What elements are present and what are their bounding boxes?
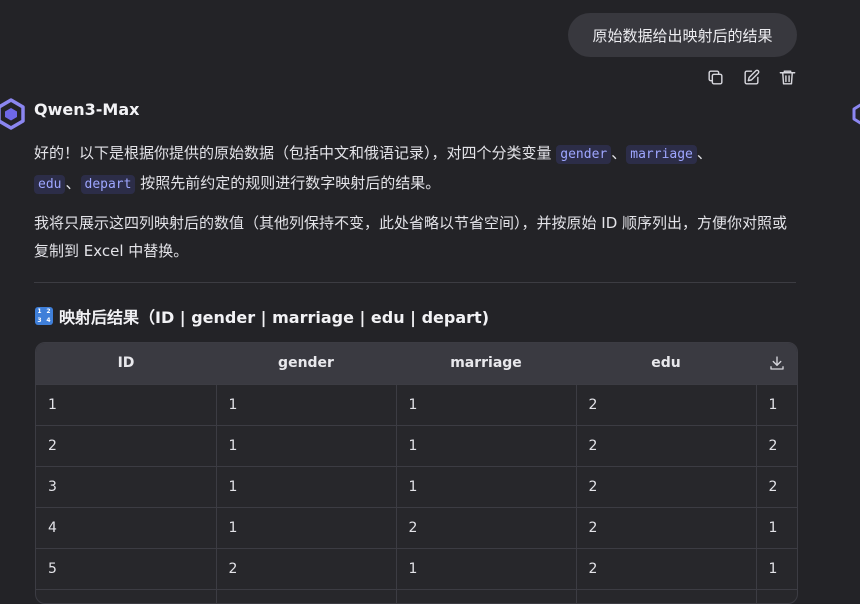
section-title: 映射后结果（ID | gender | marriage | edu | dep… (59, 308, 490, 327)
cell-marriage: 1 (396, 465, 577, 507)
cell-gender: 1 (216, 424, 397, 466)
separator: 、 (65, 174, 81, 192)
copy-icon (707, 69, 723, 85)
section-heading: 1234 映射后结果（ID | gender | marriage | edu … (35, 304, 489, 328)
table-row: 4 1 2 2 1 (36, 506, 797, 548)
cell-depart: 1 (756, 547, 797, 589)
message-actions (704, 66, 798, 88)
delete-button[interactable] (776, 66, 798, 88)
cell-marriage (396, 588, 577, 603)
cell-id: 2 (36, 424, 217, 466)
intro-text-start: 好的！以下是根据你提供的原始数据（包括中文和俄语记录），对四个分类变量 (34, 144, 557, 162)
cell-edu: 2 (576, 465, 757, 507)
cell-marriage: 1 (396, 383, 577, 425)
table-row: 2 1 1 2 2 (36, 424, 797, 466)
intro-text-end: 按照先前约定的规则进行数字映射后的结果。 (135, 174, 441, 192)
cell-gender (216, 588, 397, 603)
cell-depart: 1 (756, 506, 797, 548)
qwen-logo-icon (0, 98, 25, 130)
cell-depart (756, 588, 797, 603)
table-row: 3 1 1 2 2 (36, 465, 797, 507)
cell-edu: 2 (576, 424, 757, 466)
cell-edu: 2 (576, 383, 757, 425)
cell-gender: 1 (216, 465, 397, 507)
cell-marriage: 1 (396, 424, 577, 466)
code-depart: depart (80, 175, 136, 194)
cell-edu: 2 (576, 547, 757, 589)
header-gender: gender (278, 355, 334, 372)
separator: 、 (696, 144, 712, 162)
cell-id: 3 (36, 465, 217, 507)
download-button[interactable] (756, 343, 797, 384)
edit-icon (743, 69, 759, 85)
cell-id: 5 (36, 547, 217, 589)
code-edu: edu (34, 175, 66, 194)
delete-icon (779, 69, 795, 85)
copy-button[interactable] (704, 66, 726, 88)
numbers-icon-digit: 2 (46, 308, 51, 315)
divider (34, 282, 796, 283)
cell-id (36, 588, 217, 603)
table-row: 1 1 1 2 1 (36, 383, 797, 425)
intro-paragraph: 好的！以下是根据你提供的原始数据（包括中文和俄语记录），对四个分类变量 gend… (34, 139, 796, 199)
edit-button[interactable] (740, 66, 762, 88)
results-table: ID gender marriage edu 1 1 1 2 1 2 1 1 2… (35, 342, 798, 604)
separator: 、 (611, 144, 627, 162)
header-id: ID (117, 355, 135, 372)
cell-id: 4 (36, 506, 217, 548)
table-row: 5 2 1 2 1 (36, 547, 797, 589)
user-message-bubble: 原始数据给出映射后的结果 (568, 13, 797, 57)
cell-gender: 2 (216, 547, 397, 589)
header-edu: edu (651, 355, 681, 372)
model-name: Qwen3-Max (34, 100, 140, 119)
cell-edu (576, 588, 757, 603)
detail-paragraph: 我将只展示这四列映射后的数值（其他列保持不变，此处省略以节省空间），并按原始 I… (34, 214, 788, 260)
assistant-message: 好的！以下是根据你提供的原始数据（包括中文和俄语记录），对四个分类变量 gend… (34, 139, 796, 265)
cell-depart: 2 (756, 424, 797, 466)
numbers-icon: 1234 (35, 307, 53, 325)
cell-depart: 1 (756, 383, 797, 425)
download-icon (769, 356, 784, 370)
numbers-icon-digit: 3 (37, 317, 42, 324)
cell-edu: 2 (576, 506, 757, 548)
code-gender: gender (556, 145, 612, 164)
header-marriage: marriage (450, 355, 522, 372)
table-header-row: ID gender marriage edu (36, 343, 797, 384)
cell-marriage: 2 (396, 506, 577, 548)
user-message-text: 原始数据给出映射后的结果 (592, 26, 773, 45)
cell-marriage: 1 (396, 547, 577, 589)
code-marriage: marriage (626, 145, 697, 164)
numbers-icon-digit: 4 (46, 317, 51, 324)
side-logo-icon (852, 103, 860, 125)
numbers-icon-digit: 1 (37, 308, 42, 315)
cell-gender: 1 (216, 383, 397, 425)
cell-gender: 1 (216, 506, 397, 548)
cell-depart: 2 (756, 465, 797, 507)
cell-id: 1 (36, 383, 217, 425)
table-row (36, 588, 797, 603)
